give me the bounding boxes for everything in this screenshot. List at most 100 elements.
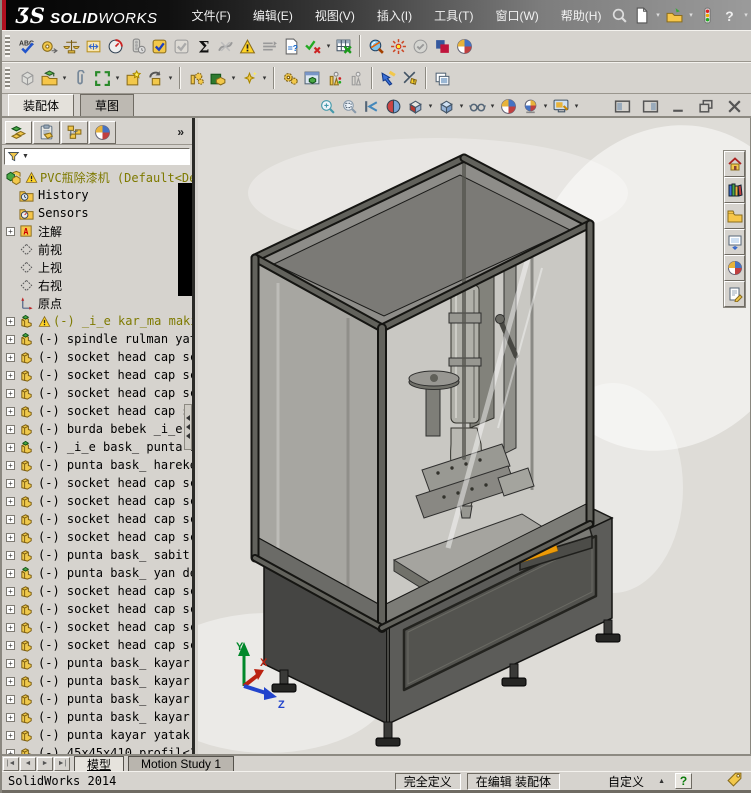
apply-scene-caret-icon[interactable]: ▾ — [541, 102, 550, 110]
show-hidden-components-button[interactable] — [345, 66, 367, 90]
large-assembly-mode-button[interactable] — [207, 66, 229, 90]
taskpane-tab-appearances-scenes[interactable] — [724, 255, 745, 281]
expand-box-icon[interactable]: + — [6, 695, 15, 704]
motion-nav-last-button[interactable]: ►| — [54, 757, 70, 771]
taskpane-tab-design-library[interactable] — [724, 177, 745, 203]
help-caret-icon[interactable]: ▾ — [741, 11, 750, 19]
motion-nav-prev-button[interactable]: ◄ — [20, 757, 36, 771]
large-assembly-mode-caret-icon[interactable]: ▾ — [229, 74, 238, 82]
view-settings-button[interactable] — [550, 94, 572, 118]
spell-checker-button[interactable]: ABC — [16, 34, 38, 58]
tag-icon[interactable] — [726, 771, 743, 791]
performance-evaluation-button[interactable] — [104, 34, 126, 58]
panel-tab-propertymanager[interactable] — [33, 121, 60, 144]
view-orientation-button[interactable] — [404, 94, 426, 118]
menu-tools[interactable]: 工具(T) — [426, 3, 481, 28]
design-table-button[interactable] — [333, 34, 355, 58]
expand-box-icon[interactable]: + — [6, 461, 15, 470]
expand-box-icon[interactable]: + — [6, 425, 15, 434]
panel-tab-dimxpertmanager[interactable] — [89, 121, 116, 144]
expand-box-icon[interactable]: + — [6, 353, 15, 362]
tree-component[interactable]: +(-) punta bask_ hareketli yatak<1> — [2, 456, 195, 474]
render-region-button[interactable] — [387, 34, 409, 58]
units-caret-icon[interactable]: ▲ — [658, 778, 665, 785]
tree-component[interactable]: +(-) punta bask_ kayar yatak<1> — [2, 654, 195, 672]
tree-component[interactable]: +(-) punta bask_ yan destek<1> — [2, 564, 195, 582]
pane-left-button[interactable] — [611, 94, 633, 118]
view-settings-caret-icon[interactable]: ▾ — [572, 102, 581, 110]
expand-box-icon[interactable]: + — [6, 587, 15, 596]
section-view-button[interactable] — [382, 94, 404, 118]
reload-button[interactable] — [126, 34, 148, 58]
toolbar-grip[interactable] — [5, 35, 10, 57]
smart-components-button[interactable] — [238, 66, 260, 90]
menu-view[interactable]: 视图(V) — [307, 3, 363, 28]
tree-item-History[interactable]: History — [2, 186, 195, 204]
quick-tips-help-button[interactable]: ? — [675, 773, 692, 789]
tree-component[interactable]: +(-) socket head cap screw_am<1> — [2, 348, 195, 366]
measure-button[interactable] — [38, 34, 60, 58]
panel-tab-configurationmanager[interactable] — [61, 121, 88, 144]
taskpane-tab-file-explorer[interactable] — [724, 203, 745, 229]
tree-component[interactable]: +(-) socket head cap screw_am<7> — [2, 510, 195, 528]
expand-box-icon[interactable]: + — [6, 371, 15, 380]
panel-chevron[interactable]: » — [177, 125, 190, 139]
display-style-caret-icon[interactable]: ▾ — [457, 102, 466, 110]
linear-component-pattern-button[interactable] — [91, 66, 113, 90]
motion-nav-first-button[interactable]: |◄ — [3, 757, 19, 771]
tree-item-右视[interactable]: 右视 — [2, 276, 195, 294]
new-part-button[interactable] — [122, 66, 144, 90]
equations-button[interactable]: Σ — [192, 34, 214, 58]
tree-filter-field[interactable]: ▼ — [4, 148, 190, 165]
compare-documents-button[interactable] — [258, 34, 280, 58]
taskpane-tab-custom-properties[interactable] — [724, 281, 745, 307]
open-document-caret-icon[interactable]: ▾ — [686, 11, 695, 19]
edit-appearance-button[interactable] — [497, 94, 519, 118]
exploded-view-button[interactable]: ! — [399, 66, 421, 90]
tree-component[interactable]: +(-) _i_e kar_ma makina sistemi<1> — [2, 312, 195, 330]
menu-window[interactable]: 窗口(W) — [487, 3, 546, 28]
tree-component[interactable]: +(-) socket head cap screw_am<11> — [2, 618, 195, 636]
verification-caret-icon[interactable]: ▾ — [324, 42, 333, 50]
previous-view-button[interactable] — [360, 94, 382, 118]
insert-from-file-caret-icon[interactable]: ▾ — [60, 74, 69, 82]
expand-box-icon[interactable]: + — [6, 605, 15, 614]
move-with-triad-button[interactable] — [185, 66, 207, 90]
insert-component-button[interactable] — [16, 66, 38, 90]
menu-file[interactable]: 文件(F) — [183, 3, 238, 28]
rotate-component-button[interactable] — [144, 66, 166, 90]
expand-box-icon[interactable]: + — [6, 389, 15, 398]
tree-item-上视[interactable]: 上视 — [2, 258, 195, 276]
apply-scene-button[interactable] — [519, 94, 541, 118]
assembly-features-button[interactable] — [279, 66, 301, 90]
taskpane-tab-home[interactable] — [724, 151, 745, 177]
tree-component[interactable]: +(-) punta bask_ kayar yatak<4> — [2, 708, 195, 726]
tree-item-原点[interactable]: 原点 — [2, 294, 195, 312]
tree-component[interactable]: +(-) socket head cap screw_am<9> — [2, 582, 195, 600]
new-document-button[interactable] — [631, 5, 651, 25]
tree-component[interactable]: +(-) socket head cap screw_am<3> — [2, 384, 195, 402]
edit-decal-button[interactable] — [431, 34, 453, 58]
doc-restore-button[interactable] — [695, 94, 717, 118]
menu-insert[interactable]: 插入(I) — [369, 3, 420, 28]
recall-last-render-button[interactable] — [409, 34, 431, 58]
doc-minimize-button[interactable] — [667, 94, 689, 118]
tab-sketch[interactable]: 草图 — [80, 94, 134, 116]
expand-box-icon[interactable]: + — [6, 713, 15, 722]
toolbar-grip[interactable] — [5, 67, 10, 89]
move-component-button[interactable] — [323, 66, 345, 90]
filter-caret-icon[interactable]: ▼ — [22, 153, 29, 160]
zoom-to-area-button[interactable] — [338, 94, 360, 118]
edit-appearance-button[interactable] — [453, 34, 475, 58]
panel-tab-featuremanager-tree[interactable] — [5, 121, 32, 144]
expand-box-icon[interactable]: + — [6, 443, 15, 452]
help-button[interactable]: ? — [719, 5, 739, 25]
tree-component[interactable]: +(-) spindle rulman yata__<1> — [2, 330, 195, 348]
tree-component[interactable]: +(-) socket head cap screw_am<8> — [2, 528, 195, 546]
insert-from-file-button[interactable] — [38, 66, 60, 90]
menu-help[interactable]: 帮助(H) — [553, 3, 610, 28]
expand-box-icon[interactable]: + — [6, 659, 15, 668]
select-checked-button[interactable] — [148, 34, 170, 58]
expand-box-icon[interactable]: + — [6, 551, 15, 560]
tree-component[interactable]: +(-) punta bask_ sabit yatak<1> — [2, 546, 195, 564]
